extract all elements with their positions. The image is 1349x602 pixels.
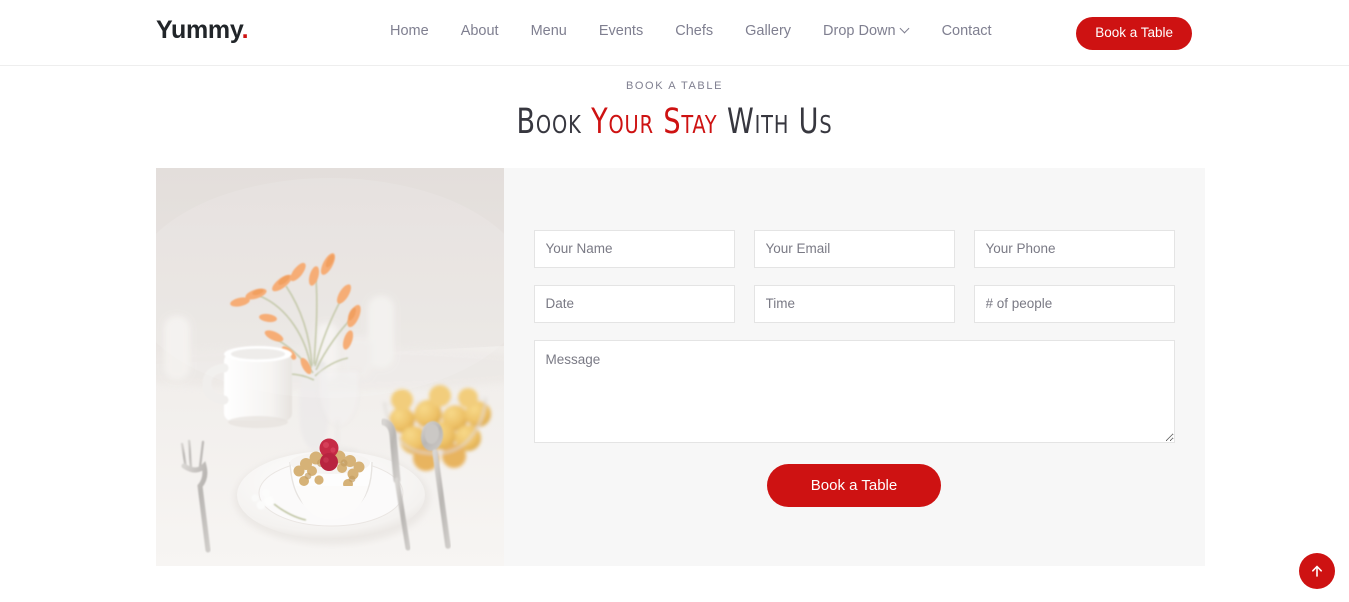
- message-textarea[interactable]: [533, 339, 1175, 443]
- nav-item-contact[interactable]: Contact: [926, 22, 1008, 40]
- form-row-reservation: [533, 284, 1175, 323]
- heading-part-1: Book: [516, 102, 592, 142]
- arrow-up-icon: [1312, 565, 1322, 577]
- nav-item-chefs[interactable]: Chefs: [659, 22, 729, 40]
- name-input[interactable]: [533, 229, 735, 268]
- nav-label: Chefs: [675, 23, 714, 39]
- nav-label: Contact: [941, 23, 992, 39]
- heading-part-2: With Us: [717, 102, 833, 142]
- logo-dot: .: [241, 16, 249, 44]
- nav-label: Home: [390, 23, 429, 39]
- booking-form: Book a Table: [503, 167, 1205, 566]
- nav-item-about[interactable]: About: [445, 22, 515, 40]
- nav-label: About: [460, 23, 499, 39]
- main-navigation: Home About Menu Events Chefs Gallery Dro…: [390, 22, 1008, 40]
- section-eyebrow: BOOK A TABLE: [625, 80, 724, 92]
- form-row-contact: [533, 229, 1175, 268]
- nav-item-drop-down[interactable]: Drop Down: [807, 22, 926, 40]
- site-logo[interactable]: Yummy.: [156, 16, 249, 44]
- nav-label: Drop Down: [823, 23, 896, 39]
- table-setting-photo: [155, 167, 504, 566]
- nav-item-events[interactable]: Events: [583, 22, 659, 40]
- nav-label: Events: [598, 23, 644, 39]
- nav-item-home[interactable]: Home: [390, 22, 445, 40]
- form-actions: Book a Table: [534, 463, 1175, 507]
- section-title: BOOK A TABLE Book Your Stay With Us: [0, 66, 1349, 141]
- chevron-down-icon: [901, 25, 910, 34]
- scroll-to-top-button[interactable]: [1299, 553, 1335, 589]
- logo-text: Yummy: [156, 16, 242, 44]
- email-input[interactable]: [753, 229, 955, 268]
- time-input[interactable]: [753, 284, 955, 323]
- date-input[interactable]: [533, 284, 735, 323]
- nav-item-menu[interactable]: Menu: [515, 22, 583, 40]
- heading-accent: Your Stay: [591, 102, 718, 142]
- site-header: Yummy. Home About Menu Events Chefs Gall…: [0, 0, 1349, 66]
- nav-label: Menu: [530, 23, 567, 39]
- submit-book-a-table-button[interactable]: Book a Table: [766, 463, 942, 507]
- phone-input[interactable]: [973, 229, 1175, 268]
- booking-panel: Book a Table: [155, 167, 1205, 566]
- booking-photo: [155, 167, 504, 566]
- people-input[interactable]: [973, 284, 1175, 323]
- nav-item-gallery[interactable]: Gallery: [729, 22, 807, 40]
- header-book-a-table-button[interactable]: Book a Table: [1076, 17, 1192, 50]
- page-title: Book Your Stay With Us: [94, 104, 1254, 141]
- nav-label: Gallery: [745, 23, 792, 39]
